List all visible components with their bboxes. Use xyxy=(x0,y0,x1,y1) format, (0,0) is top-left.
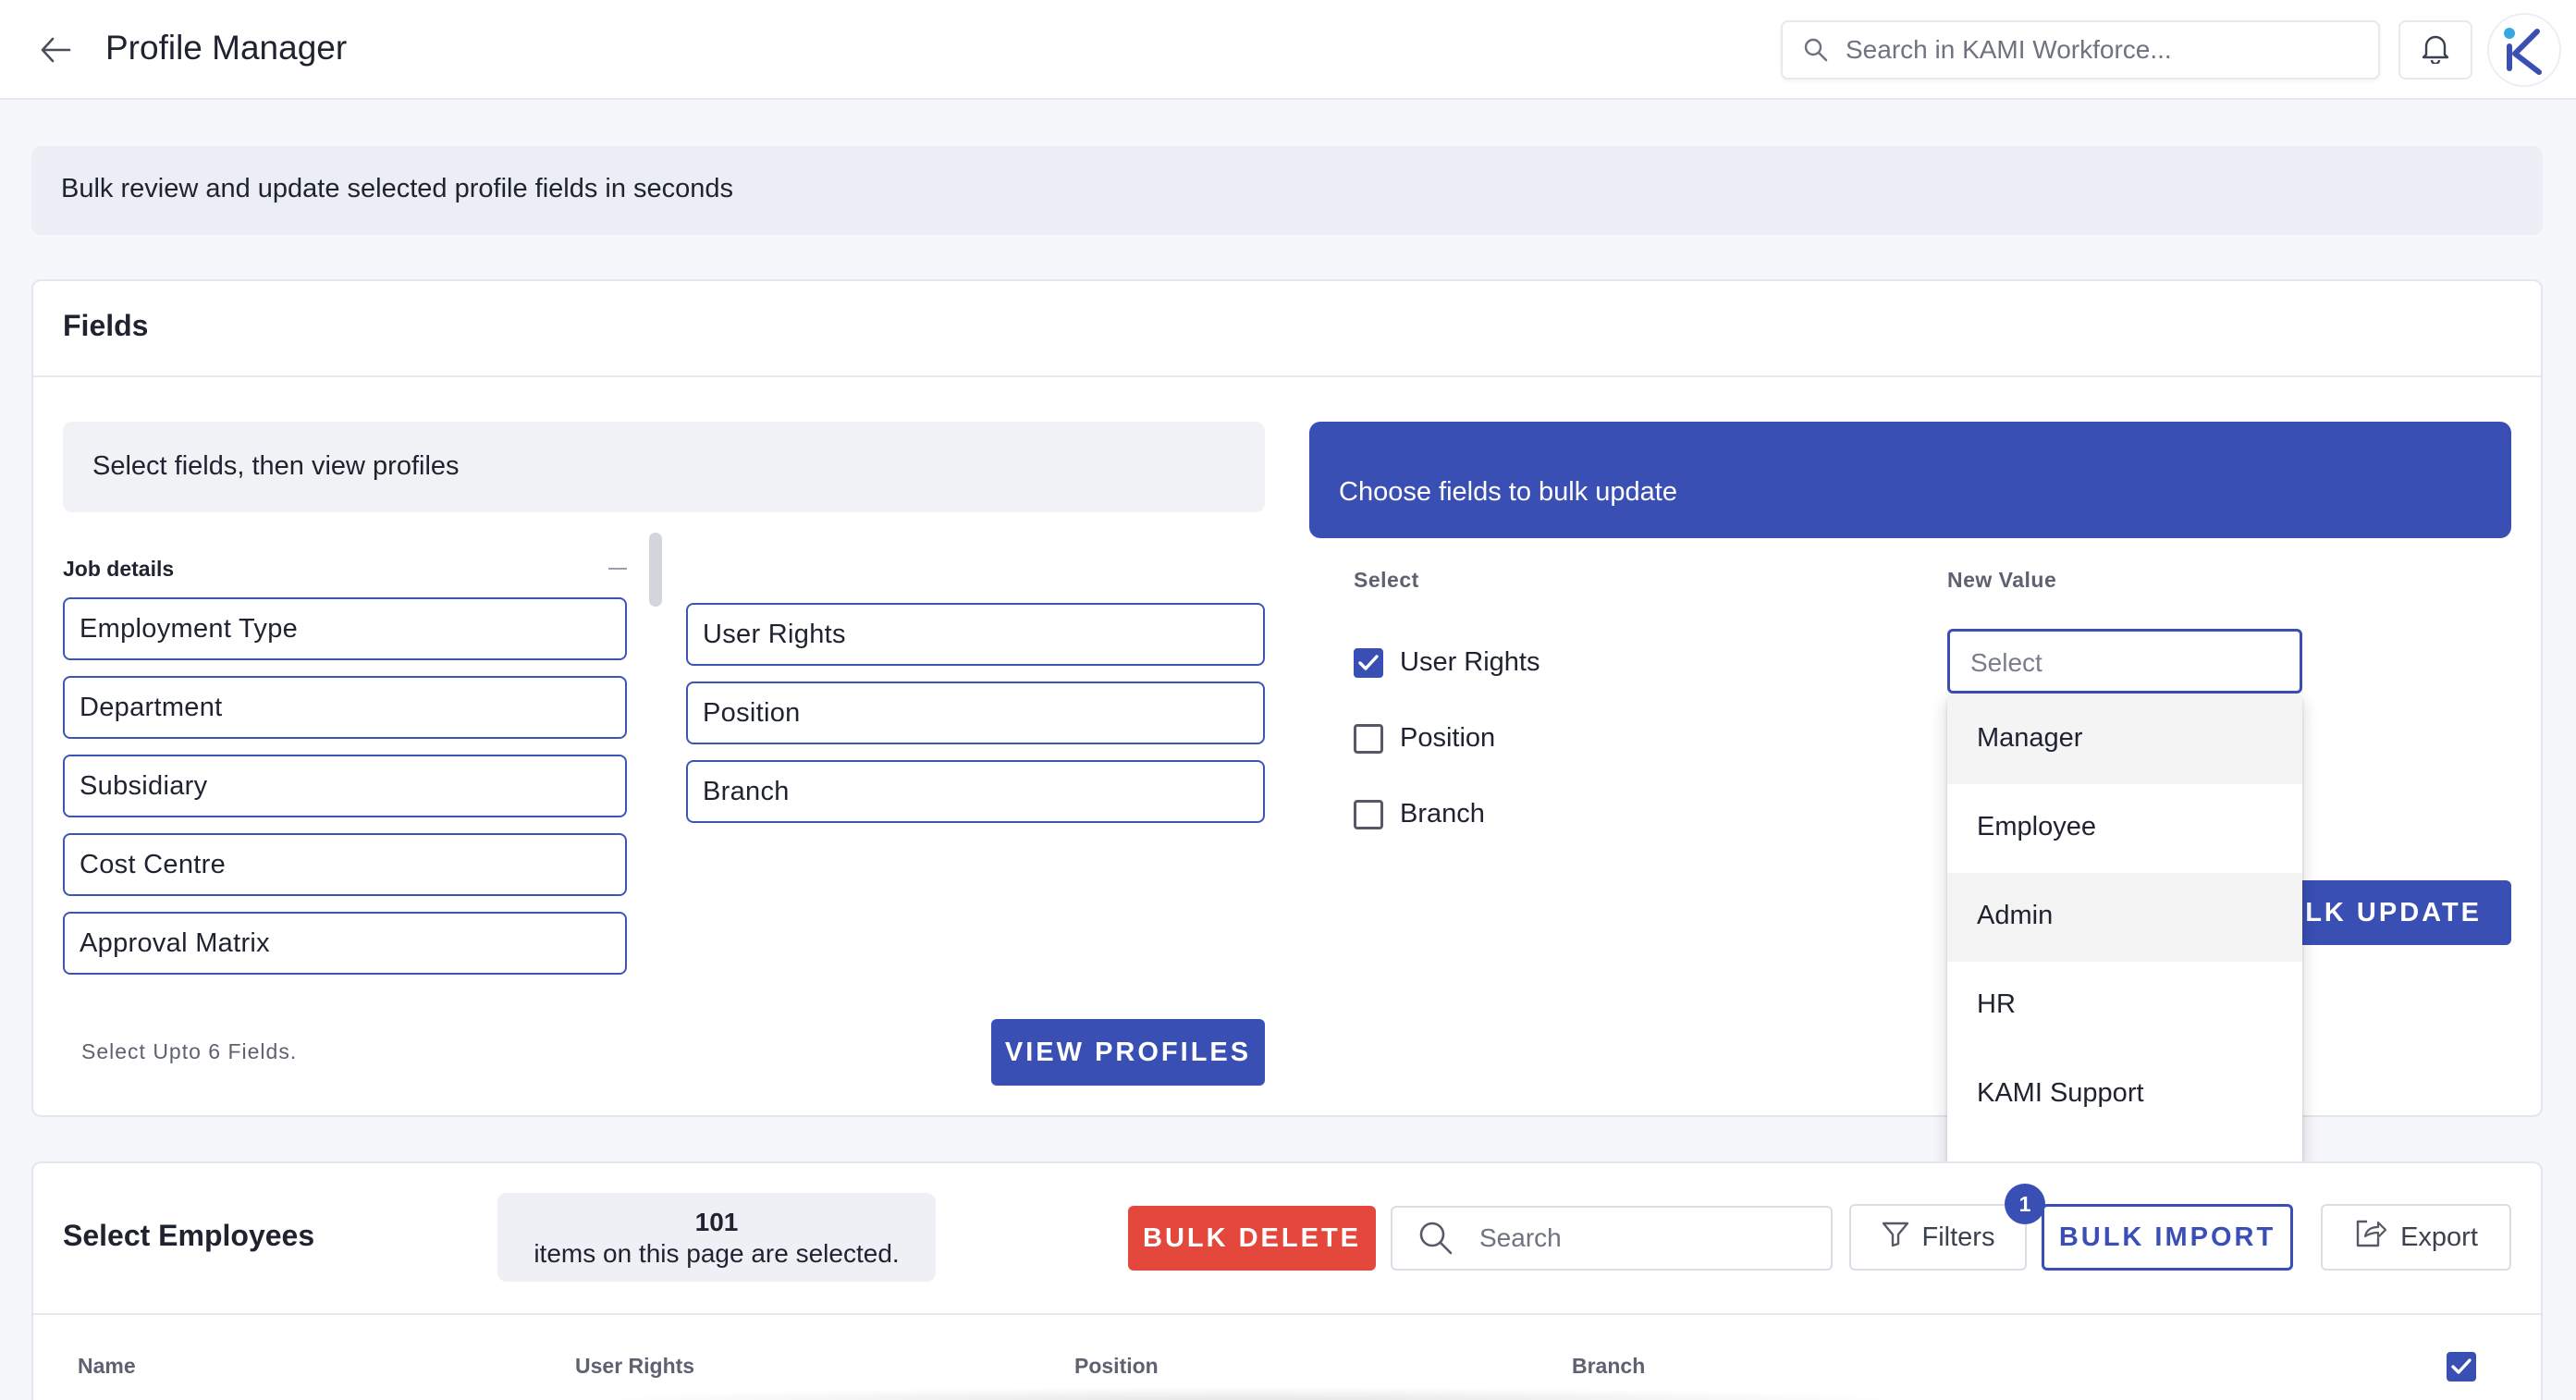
filters-button[interactable]: Filters xyxy=(1849,1204,2027,1271)
divider xyxy=(33,1313,2541,1315)
collapse-icon[interactable] xyxy=(608,568,627,570)
checkbox-position[interactable] xyxy=(1354,723,1383,754)
bulk-update-header: Choose fields to bulk update xyxy=(1309,422,2511,538)
global-search[interactable] xyxy=(1781,20,2380,80)
checkbox-label: Branch xyxy=(1400,799,1485,829)
column-header-name[interactable]: Name xyxy=(78,1354,136,1379)
employees-title: Select Employees xyxy=(63,1219,315,1252)
search-icon xyxy=(1418,1220,1455,1257)
filter-icon xyxy=(1882,1220,1909,1255)
dropdown-option-hr[interactable]: HR xyxy=(1947,962,2302,1050)
bulk-delete-button[interactable]: BULK DELETE xyxy=(1128,1206,1376,1271)
field-selection-header: Select fields, then view profiles xyxy=(63,422,1265,512)
search-icon xyxy=(1803,35,1833,65)
field-selection-heading: Select fields, then view profiles xyxy=(92,451,460,481)
page-title: Profile Manager xyxy=(105,29,348,67)
employee-search-input[interactable] xyxy=(1479,1223,1812,1253)
new-value-column-label: New Value xyxy=(1947,568,2057,592)
divider xyxy=(33,375,2541,377)
filters-count-badge: 1 xyxy=(2005,1184,2045,1224)
select-placeholder: Select xyxy=(1970,648,2042,677)
select-all-checkbox[interactable] xyxy=(2447,1352,2476,1382)
checkbox-row-user-rights[interactable]: User Rights xyxy=(1354,647,1540,678)
select-column-label: Select xyxy=(1354,568,1419,592)
bulk-import-button[interactable]: BULK IMPORT xyxy=(2042,1204,2293,1271)
field-chip-employment-type[interactable]: Employment Type xyxy=(63,597,627,660)
checkbox-branch[interactable] xyxy=(1354,799,1383,829)
checkbox-row-branch[interactable]: Branch xyxy=(1354,799,1485,829)
checkbox-row-position[interactable]: Position xyxy=(1354,723,1495,754)
selected-field-user-rights[interactable]: User Rights xyxy=(686,603,1265,666)
view-profiles-button[interactable]: VIEW PROFILES xyxy=(991,1019,1265,1086)
dropdown-option-admin[interactable]: Admin xyxy=(1947,873,2302,962)
employee-search[interactable] xyxy=(1391,1206,1833,1271)
bulk-update-heading: Choose fields to bulk update xyxy=(1339,477,1677,507)
selection-summary: 101 items on this page are selected. xyxy=(497,1193,936,1282)
field-limit-hint: Select Upto 6 Fields. xyxy=(81,1039,298,1063)
kami-logo[interactable] xyxy=(2487,13,2561,87)
info-banner: Bulk review and update selected profile … xyxy=(31,146,2543,235)
export-icon xyxy=(2354,1218,2387,1257)
column-header-user-rights[interactable]: User Rights xyxy=(575,1354,694,1379)
global-search-input[interactable] xyxy=(1846,35,2363,65)
notifications-button[interactable] xyxy=(2398,20,2472,80)
checkbox-label: Position xyxy=(1400,723,1496,753)
selected-count: 101 xyxy=(694,1208,739,1236)
new-value-select[interactable]: Select xyxy=(1947,629,2302,694)
checkbox-label: User Rights xyxy=(1400,647,1540,677)
field-chip-subsidiary[interactable]: Subsidiary xyxy=(63,755,627,817)
fields-title: Fields xyxy=(63,309,149,342)
field-chip-cost-centre[interactable]: Cost Centre xyxy=(63,833,627,896)
new-value-dropdown: Manager Employee Admin HR KAMI Support xyxy=(1947,695,2302,1169)
field-chip-approval-matrix[interactable]: Approval Matrix xyxy=(63,912,627,975)
bell-icon xyxy=(2421,32,2450,68)
selected-field-branch[interactable]: Branch xyxy=(686,760,1265,823)
field-list-scrollbar[interactable] xyxy=(649,533,662,607)
export-button[interactable]: Export xyxy=(2321,1204,2511,1271)
dropdown-option-manager[interactable]: Manager xyxy=(1947,695,2302,784)
group-label-job-details: Job details xyxy=(63,557,175,581)
scroll-shadow xyxy=(573,1387,1923,1400)
export-label: Export xyxy=(2400,1222,2478,1252)
employees-card xyxy=(31,1161,2543,1400)
selected-message: items on this page are selected. xyxy=(534,1239,900,1268)
info-banner-text: Bulk review and update selected profile … xyxy=(61,174,734,203)
dropdown-option-kami-support[interactable]: KAMI Support xyxy=(1947,1050,2302,1139)
column-header-branch[interactable]: Branch xyxy=(1572,1354,1645,1379)
back-arrow-icon[interactable] xyxy=(33,28,78,72)
selected-field-position[interactable]: Position xyxy=(686,682,1265,744)
field-chip-department[interactable]: Department xyxy=(63,676,627,739)
checkbox-user-rights[interactable] xyxy=(1354,647,1383,678)
filters-label: Filters xyxy=(1921,1222,1995,1252)
column-header-position[interactable]: Position xyxy=(1074,1354,1159,1379)
dropdown-option-employee[interactable]: Employee xyxy=(1947,784,2302,873)
